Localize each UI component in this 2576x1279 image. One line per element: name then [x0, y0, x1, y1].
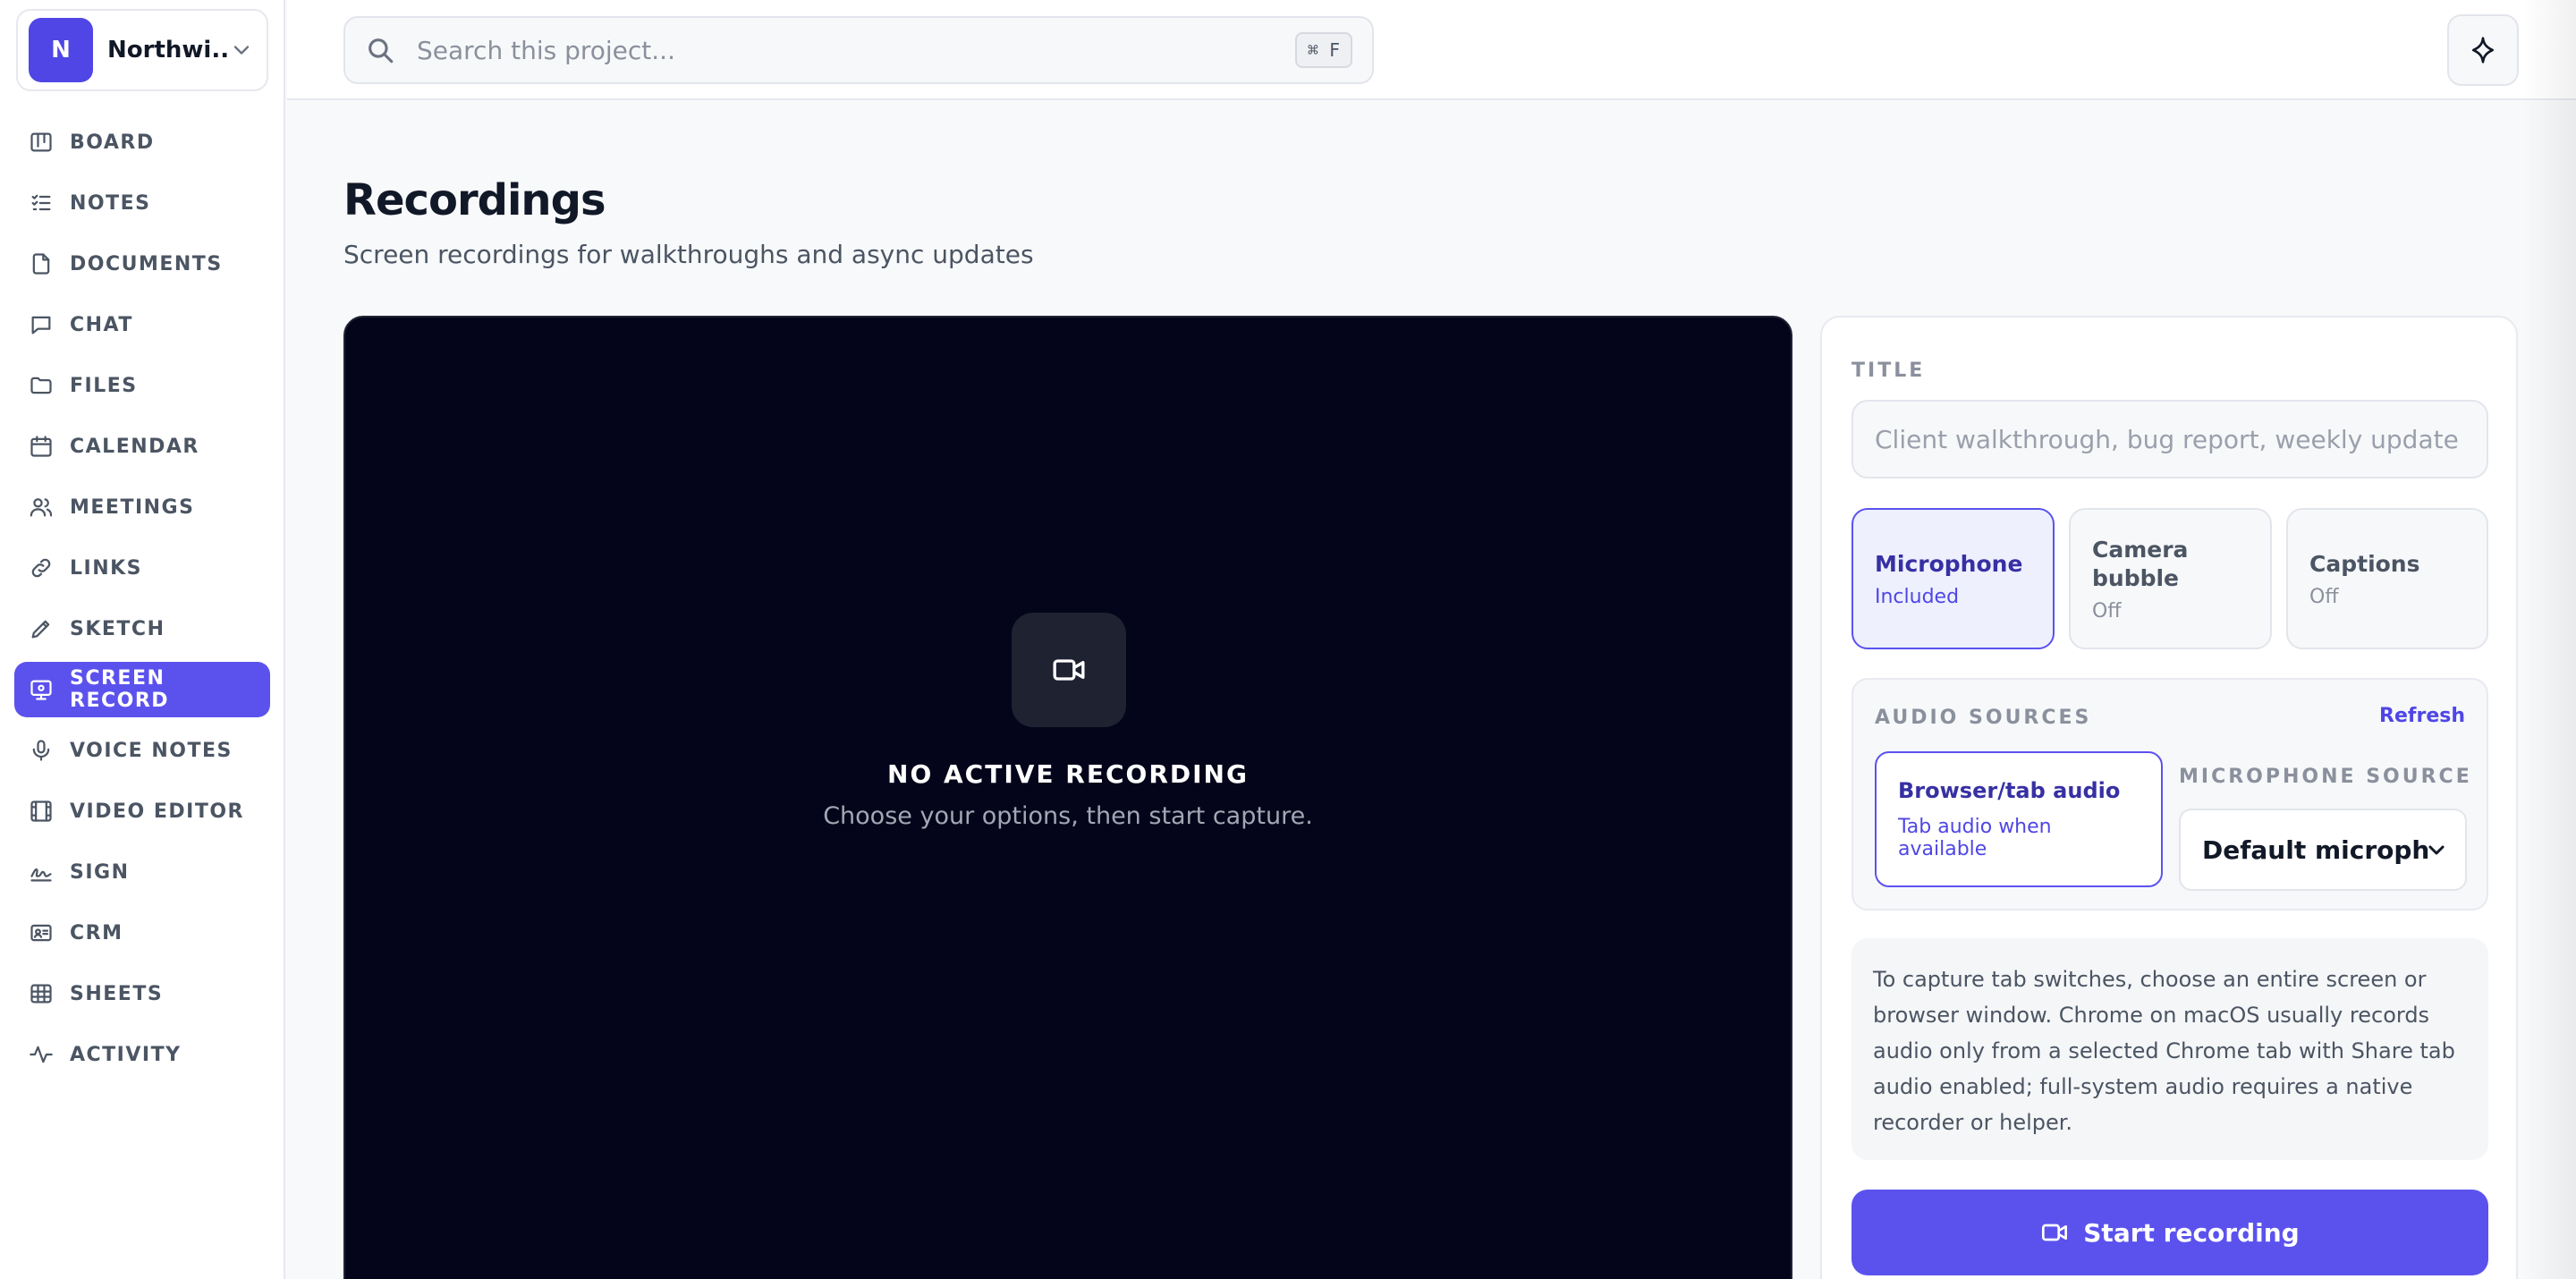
workspace-name: Northwi...	[107, 37, 229, 64]
sidebar-item-label: DOCUMENTS	[70, 252, 223, 275]
sidebar-item-screen-record[interactable]: SCREEN RECORD	[14, 662, 270, 717]
start-recording-label: Start recording	[2083, 1217, 2300, 1248]
signature-icon	[30, 868, 52, 882]
preview-camera-tile	[1012, 613, 1126, 727]
sidebar-item-label: SCREEN RECORD	[70, 667, 170, 712]
activity-icon	[30, 1046, 53, 1063]
sidebar-item-label: LINKS	[70, 556, 143, 580]
capture-help-note: To capture tab switches, choose an entir…	[1852, 938, 2488, 1160]
option-state: Included	[1875, 585, 1960, 608]
edge-shadow	[2522, 0, 2576, 1279]
sidebar-item-label: VOICE NOTES	[70, 739, 233, 762]
browser-tab-audio-option[interactable]: Browser/tab audio Tab audio when availab…	[1875, 751, 2163, 887]
sidebar: N Northwi... BOARD NOTES DOCUMENTS CHAT …	[0, 0, 285, 1279]
search-bar[interactable]: ⌘ F	[343, 16, 1374, 84]
sidebar-item-label: CHAT	[70, 313, 133, 336]
option-state: Off	[2309, 585, 2339, 608]
search-input[interactable]	[417, 35, 1295, 65]
sidebar-item-label: SIGN	[70, 860, 130, 884]
video-camera-icon	[2042, 1224, 2068, 1241]
sidebar-item-label: BOARD	[70, 131, 155, 154]
tab-audio-title: Browser/tab audio	[1898, 778, 2121, 803]
recording-preview: NO ACTIVE RECORDING Choose your options,…	[343, 316, 1792, 1279]
chevron-down-icon	[2428, 845, 2445, 855]
sidebar-item-label: VIDEO EDITOR	[70, 800, 244, 823]
workspace-switcher[interactable]: N Northwi...	[16, 9, 268, 91]
option-title: Captions	[2309, 550, 2420, 577]
option-state: Off	[2092, 599, 2122, 623]
recording-status: NO ACTIVE RECORDING	[887, 759, 1249, 789]
workspace-avatar: N	[29, 18, 93, 82]
board-icon	[30, 132, 52, 152]
microphone-source-label: MICROPHONE SOURCE	[2179, 766, 2472, 788]
assistant-button[interactable]	[2447, 14, 2519, 86]
top-header: ⌘ F	[287, 0, 2576, 100]
audio-sources-box: AUDIO SOURCES Refresh Browser/tab audio …	[1852, 678, 2488, 911]
sidebar-item-files[interactable]: FILES	[14, 358, 270, 413]
title-input[interactable]	[1852, 400, 2488, 479]
calendar-icon	[30, 436, 52, 457]
sidebar-item-calendar[interactable]: CALENDAR	[14, 419, 270, 474]
chevron-down-icon	[233, 46, 250, 55]
sidebar-item-documents[interactable]: DOCUMENTS	[14, 236, 270, 292]
sidebar-item-crm[interactable]: CRM	[14, 905, 270, 961]
list-icon	[31, 194, 51, 211]
pencil-icon	[31, 620, 50, 639]
sidebar-item-meetings[interactable]: MEETINGS	[14, 479, 270, 535]
sidebar-item-chat[interactable]: CHAT	[14, 297, 270, 352]
sidebar-item-label: CALENDAR	[70, 435, 199, 458]
option-title: Camera bubble	[2092, 536, 2189, 591]
contact-card-icon	[30, 924, 52, 942]
microphone-source-value: Default microphone	[2202, 834, 2429, 865]
sidebar-item-video-editor[interactable]: VIDEO EDITOR	[14, 783, 270, 839]
title-label: TITLE	[1852, 360, 1926, 382]
page-title: Recordings	[343, 175, 606, 225]
monitor-icon	[30, 680, 52, 700]
sidebar-item-label: CRM	[70, 921, 123, 944]
users-icon	[30, 498, 53, 517]
sidebar-item-sheets[interactable]: SHEETS	[14, 966, 270, 1021]
sidebar-item-activity[interactable]: ACTIVITY	[14, 1027, 270, 1082]
search-shortcut-badge: ⌘ F	[1294, 32, 1352, 68]
recording-hint: Choose your options, then start capture.	[823, 802, 1313, 830]
link-icon	[31, 558, 51, 578]
recording-options-panel: TITLE Microphone Included Camera bubble …	[1820, 316, 2518, 1279]
refresh-link[interactable]: Refresh	[2379, 705, 2465, 727]
table-icon	[30, 984, 52, 1004]
document-icon	[32, 253, 50, 275]
page-subtitle: Screen recordings for walkthroughs and a…	[343, 240, 1034, 269]
sidebar-item-board[interactable]: BOARD	[14, 114, 270, 170]
sidebar-item-label: MEETINGS	[70, 496, 195, 519]
sidebar-item-links[interactable]: LINKS	[14, 540, 270, 596]
film-icon	[30, 800, 52, 822]
camera-bubble-toggle[interactable]: Camera bubble Off	[2069, 508, 2272, 649]
microphone-source-select[interactable]: Default microphone	[2179, 809, 2467, 891]
sidebar-nav: BOARD NOTES DOCUMENTS CHAT FILES CALENDA…	[14, 114, 270, 1088]
sidebar-item-sign[interactable]: SIGN	[14, 844, 270, 900]
tab-audio-subtitle: Tab audio when available	[1898, 816, 2052, 860]
audio-sources-heading: AUDIO SOURCES	[1875, 707, 2092, 729]
folder-icon	[30, 377, 52, 394]
sidebar-item-notes[interactable]: NOTES	[14, 175, 270, 231]
microphone-toggle[interactable]: Microphone Included	[1852, 508, 2055, 649]
microphone-icon	[32, 740, 50, 761]
sparkle-icon	[2472, 37, 2494, 64]
option-title: Microphone	[1875, 550, 2023, 577]
captions-toggle[interactable]: Captions Off	[2286, 508, 2488, 649]
sidebar-item-sketch[interactable]: SKETCH	[14, 601, 270, 656]
sidebar-item-label: FILES	[70, 374, 138, 397]
video-camera-icon	[1053, 659, 1085, 681]
sidebar-item-label: SKETCH	[70, 617, 165, 640]
sidebar-item-label: ACTIVITY	[70, 1043, 182, 1066]
sidebar-item-label: NOTES	[70, 191, 151, 215]
search-icon	[369, 38, 394, 64]
chat-icon	[31, 316, 51, 335]
sidebar-item-voice-notes[interactable]: VOICE NOTES	[14, 723, 270, 778]
sidebar-item-label: SHEETS	[70, 982, 164, 1005]
start-recording-button[interactable]: Start recording	[1852, 1190, 2488, 1275]
